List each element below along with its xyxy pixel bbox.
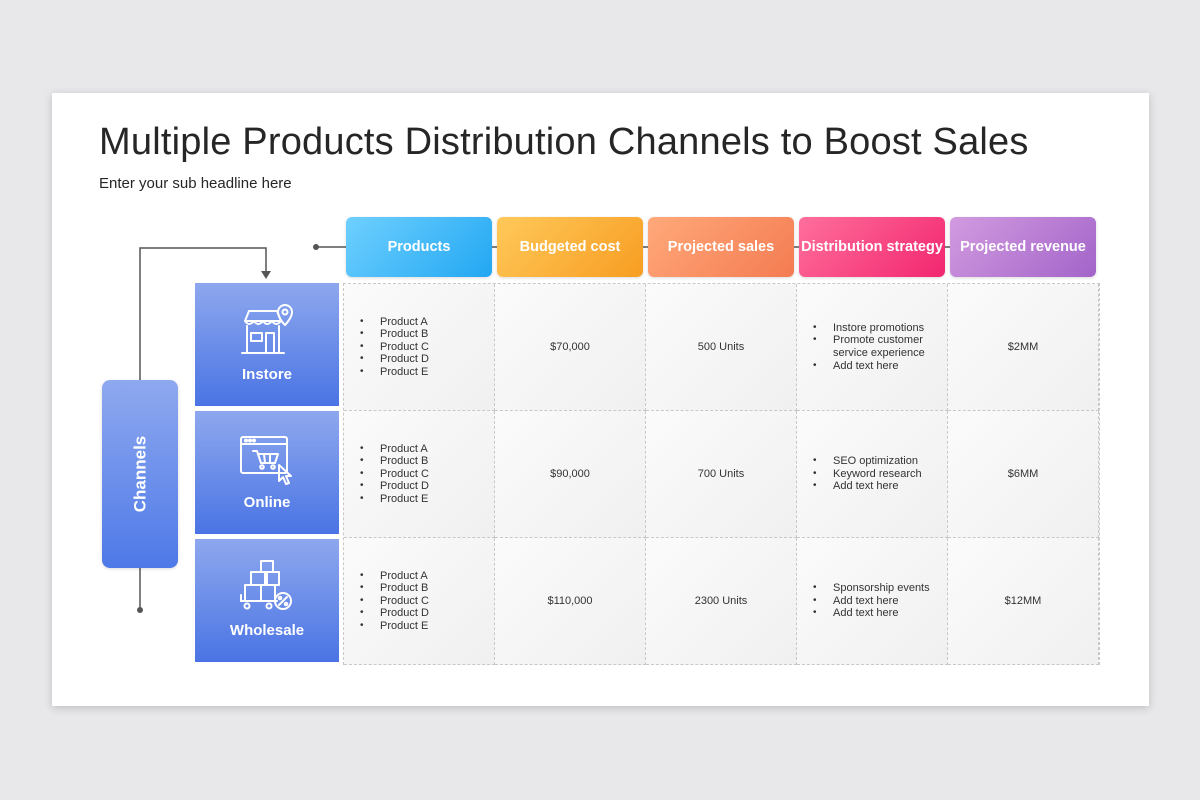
list-item: Product E (360, 620, 494, 633)
channel-label: Instore (241, 366, 292, 383)
list-item: Product D (360, 353, 494, 366)
list-item: Promote customer service experience (813, 334, 947, 359)
channel-online: Online (195, 411, 339, 534)
cell-sales: 500 Units (646, 284, 797, 411)
cell-sales: 2300 Units (646, 538, 797, 665)
online-cart-icon (240, 436, 292, 485)
cell-budget: $110,000 (495, 538, 646, 665)
products-list: Product A Product B Product C Product D … (344, 316, 494, 379)
products-list: Product A Product B Product C Product D … (344, 570, 494, 633)
list-item: SEO optimization (813, 455, 947, 468)
channel-label: Wholesale (229, 622, 305, 639)
list-item: Product A (360, 570, 494, 583)
list-item: Product B (360, 582, 494, 595)
list-item: Add text here (813, 607, 947, 620)
cell-products: Product A Product B Product C Product D … (344, 538, 495, 665)
list-item: Add text here (813, 595, 947, 608)
channel-wholesale: Wholesale (195, 539, 339, 662)
list-item: Add text here (813, 480, 947, 493)
cell-products: Product A Product B Product C Product D … (344, 284, 495, 411)
column-header-projected-revenue: Projected revenue (950, 217, 1096, 277)
list-item: Product A (360, 443, 494, 456)
wholesale-boxes-icon (240, 560, 292, 610)
list-item: Instore promotions (813, 322, 947, 335)
list-item: Add text here (813, 360, 947, 373)
list-item: Product E (360, 366, 494, 379)
list-item: Product C (360, 595, 494, 608)
cell-strategy: SEO optimization Keyword research Add te… (797, 411, 948, 538)
cell-revenue: $12MM (948, 538, 1099, 665)
strategy-list: Sponsorship events Add text here Add tex… (797, 582, 947, 620)
list-item: Product E (360, 493, 494, 506)
slide: Multiple Products Distribution Channels … (52, 93, 1149, 706)
cell-budget: $70,000 (495, 284, 646, 411)
strategy-list: Instore promotions Promote customer serv… (797, 322, 947, 372)
list-item: Product C (360, 341, 494, 354)
cell-products: Product A Product B Product C Product D … (344, 411, 495, 538)
list-item: Sponsorship events (813, 582, 947, 595)
column-header-projected-sales: Projected sales (648, 217, 794, 277)
channels-label: Channels (102, 380, 178, 568)
cell-revenue: $6MM (948, 411, 1099, 538)
column-header-distribution-strategy: Distribution strategy (799, 217, 945, 277)
list-item: Product D (360, 607, 494, 620)
column-header-products: Products (346, 217, 492, 277)
cell-budget: $90,000 (495, 411, 646, 538)
cell-sales: 700 Units (646, 411, 797, 538)
data-table: Product A Product B Product C Product D … (343, 283, 1100, 665)
column-header-budgeted-cost: Budgeted cost (497, 217, 643, 277)
list-item: Keyword research (813, 468, 947, 481)
list-item: Product A (360, 316, 494, 329)
strategy-list: SEO optimization Keyword research Add te… (797, 455, 947, 493)
channel-label: Online (243, 494, 291, 511)
list-item: Product B (360, 455, 494, 468)
cell-revenue: $2MM (948, 284, 1099, 411)
list-item: Product D (360, 480, 494, 493)
list-item: Product C (360, 468, 494, 481)
store-icon (241, 304, 293, 354)
cell-strategy: Sponsorship events Add text here Add tex… (797, 538, 948, 665)
channels-label-text: Channels (130, 435, 149, 513)
list-item: Product B (360, 328, 494, 341)
products-list: Product A Product B Product C Product D … (344, 443, 494, 506)
channel-instore: Instore (195, 283, 339, 406)
cell-strategy: Instore promotions Promote customer serv… (797, 284, 948, 411)
